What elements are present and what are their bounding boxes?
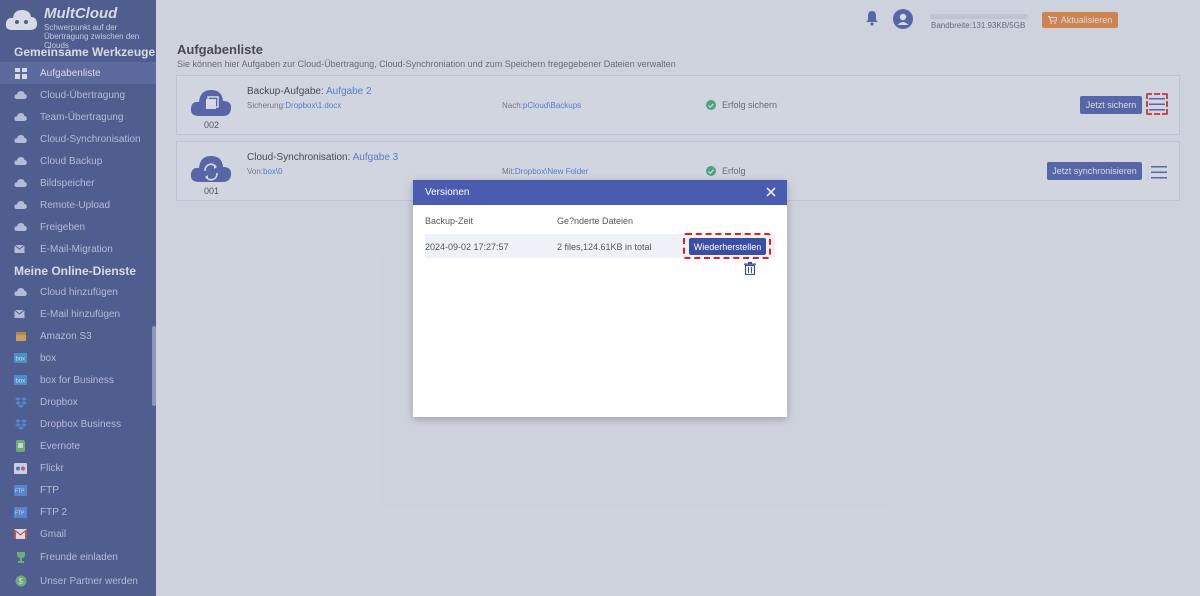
close-icon[interactable] <box>765 186 777 198</box>
versions-modal: Versionen Backup-Zeit Ge?nderte Dateien … <box>413 180 787 417</box>
restore-button[interactable]: Wiederherstellen <box>689 238 766 255</box>
modal-title: Versionen <box>425 187 470 198</box>
changed-files: 2 files,124.61KB in total <box>557 242 652 252</box>
restore-highlight: Wiederherstellen <box>683 233 771 259</box>
trash-icon[interactable] <box>744 262 756 275</box>
modal-header: Versionen <box>413 180 787 205</box>
backup-time: 2024-09-02 17:27:57 <box>425 242 509 252</box>
column-header-time: Backup-Zeit <box>425 216 474 226</box>
column-header-files: Ge?nderte Dateien <box>557 216 634 226</box>
